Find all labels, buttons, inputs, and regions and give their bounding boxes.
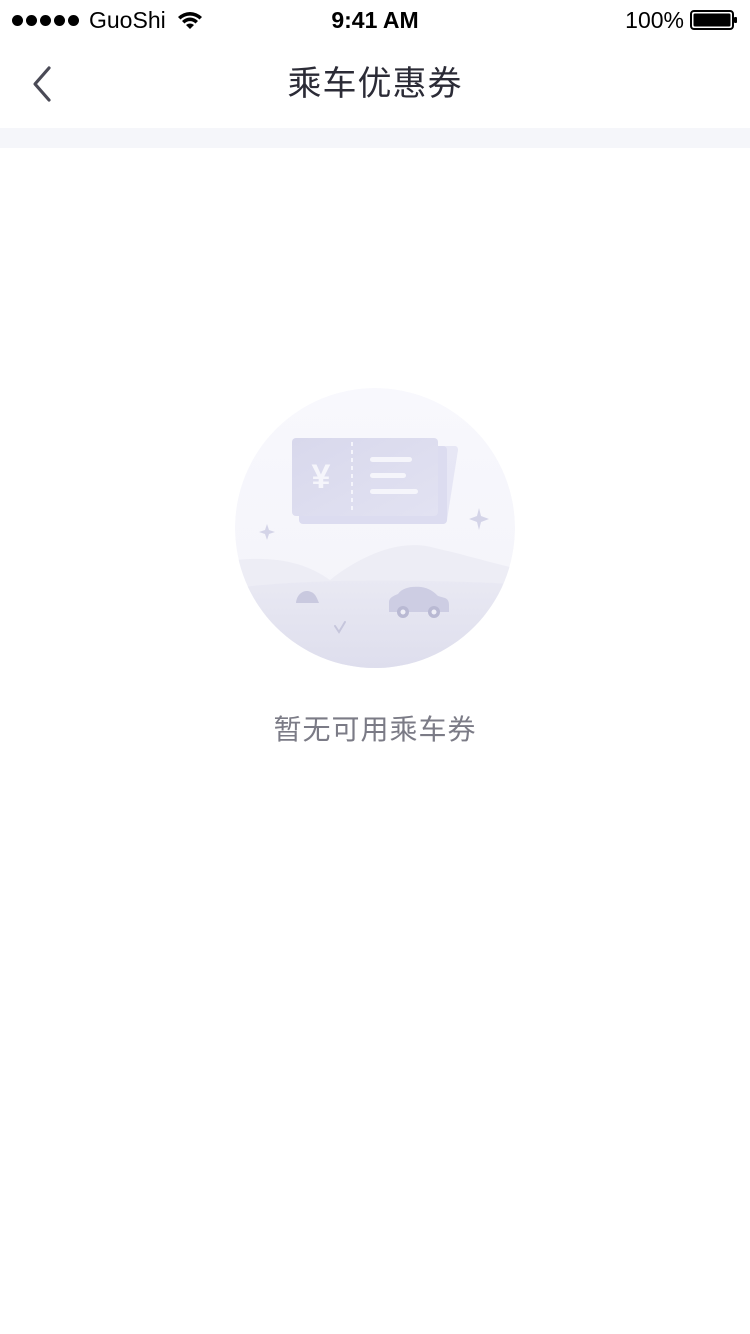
battery-percent: 100%	[625, 6, 684, 33]
nav-divider	[0, 128, 750, 148]
battery-icon	[690, 10, 737, 30]
page-title: 乘车优惠券	[287, 65, 463, 103]
coupon-empty-illustration: ¥	[235, 388, 515, 668]
navigation-bar: 乘车优惠券	[0, 40, 750, 128]
yen-symbol: ¥	[312, 458, 331, 496]
status-bar: GuoShi 9:41 AM 100%	[0, 0, 750, 40]
empty-message: 暂无可用乘车券	[273, 714, 477, 745]
ground	[235, 580, 515, 668]
status-right: 100%	[625, 0, 738, 40]
ticket-icon: ¥	[292, 438, 458, 524]
